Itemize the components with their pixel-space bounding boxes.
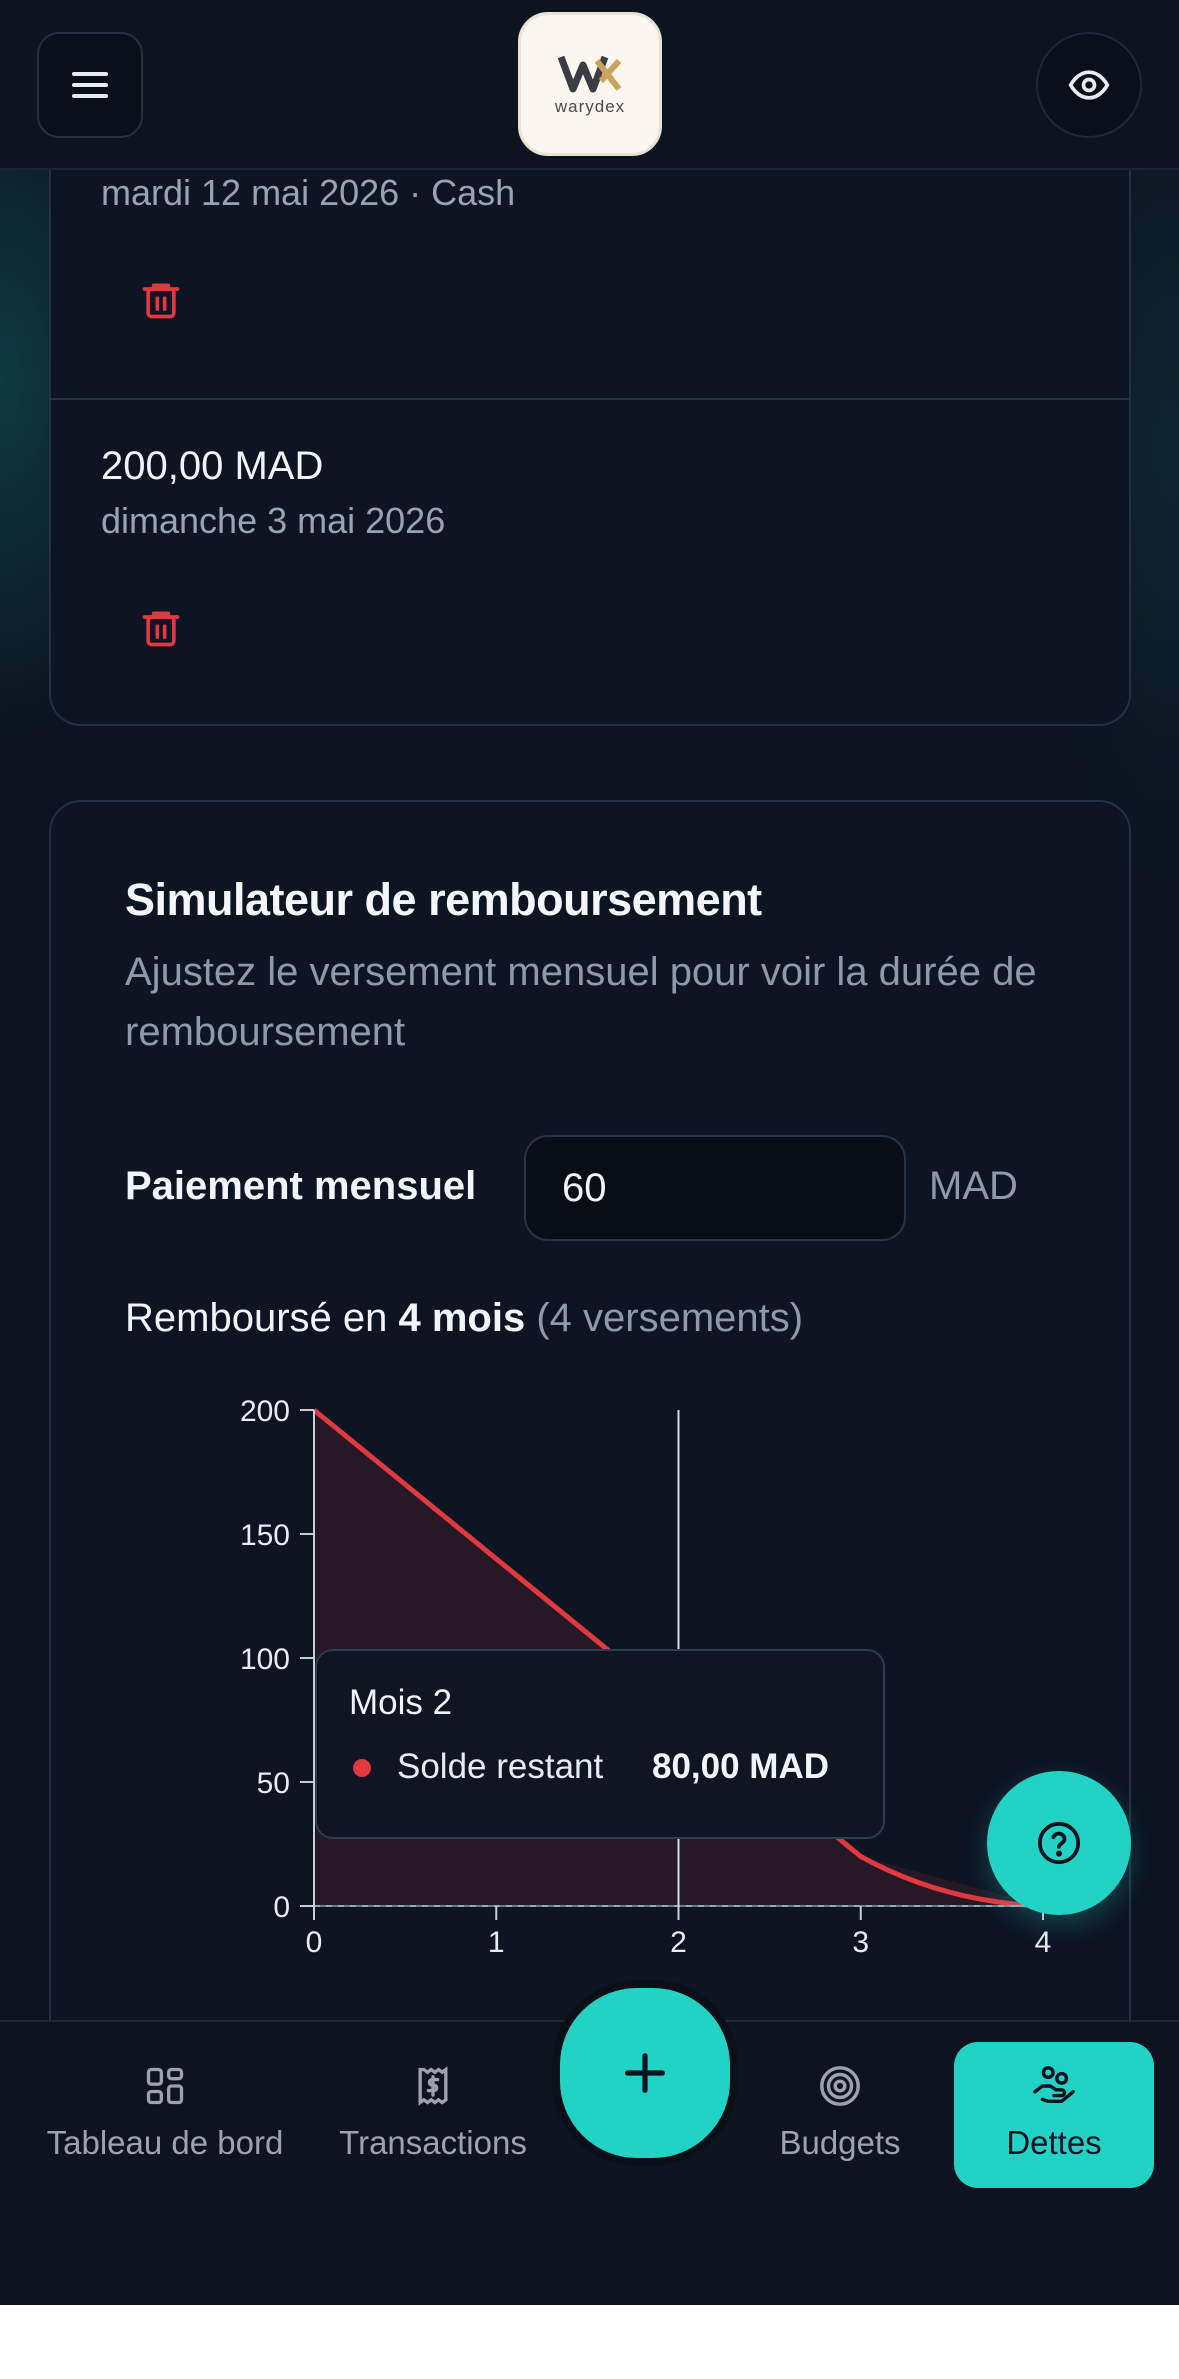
- nav-label: Budgets: [779, 2124, 901, 2161]
- tooltip-title: Mois 2: [349, 1683, 453, 1722]
- x-tick-label: 1: [488, 1926, 505, 1959]
- tooltip-series-name: Solde restant: [397, 1747, 604, 1786]
- debt-hand-icon: [1033, 2066, 1075, 2104]
- receipt-icon: [418, 2066, 448, 2106]
- nav-label: Dettes: [1006, 2124, 1102, 2161]
- tooltip-value: 80,00 MAD: [652, 1747, 830, 1786]
- series-color-dot: [353, 1759, 371, 1777]
- nav-item-debts[interactable]: Dettes: [954, 2062, 1154, 2162]
- y-tick-label: 0: [273, 1891, 290, 1924]
- nav-label: Transactions: [339, 2124, 527, 2161]
- nav-label: Tableau de bord: [46, 2124, 284, 2161]
- plus-icon: [625, 2053, 665, 2093]
- x-tick-label: 4: [1035, 1926, 1052, 1959]
- app-screen: mardi 12 mai 2026 · Cash 200,00 MAD dima…: [0, 0, 1179, 2305]
- app-logo[interactable]: warydex: [518, 12, 662, 156]
- logo-mark: [557, 55, 622, 93]
- top-header: warydex: [0, 0, 1179, 170]
- toggle-visibility-button[interactable]: [1036, 32, 1142, 138]
- chart-tooltip: Mois 2 Solde restant 80,00 MAD: [315, 1649, 885, 1839]
- dashboard-icon: [146, 2067, 184, 2105]
- x-tick-label: 3: [852, 1926, 869, 1959]
- logo-text: warydex: [554, 97, 626, 116]
- help-button[interactable]: [987, 1771, 1131, 1915]
- nav-item-dashboard[interactable]: Tableau de bord: [36, 2062, 294, 2162]
- target-icon: [820, 2066, 860, 2106]
- y-tick-label: 150: [240, 1519, 290, 1552]
- x-tick-label: 2: [670, 1926, 687, 1959]
- x-tick-label: 0: [306, 1926, 323, 1959]
- menu-icon: [72, 72, 108, 98]
- help-icon: [1037, 1821, 1081, 1865]
- eye-icon: [1068, 70, 1110, 100]
- nav-item-budgets[interactable]: Budgets: [760, 2062, 920, 2162]
- y-tick-label: 50: [257, 1767, 290, 1800]
- nav-item-transactions[interactable]: Transactions: [322, 2062, 544, 2162]
- y-tick-label: 100: [240, 1643, 290, 1676]
- y-tick-label: 200: [240, 1395, 290, 1428]
- add-transaction-button[interactable]: [552, 1980, 738, 2166]
- menu-button[interactable]: [37, 32, 143, 138]
